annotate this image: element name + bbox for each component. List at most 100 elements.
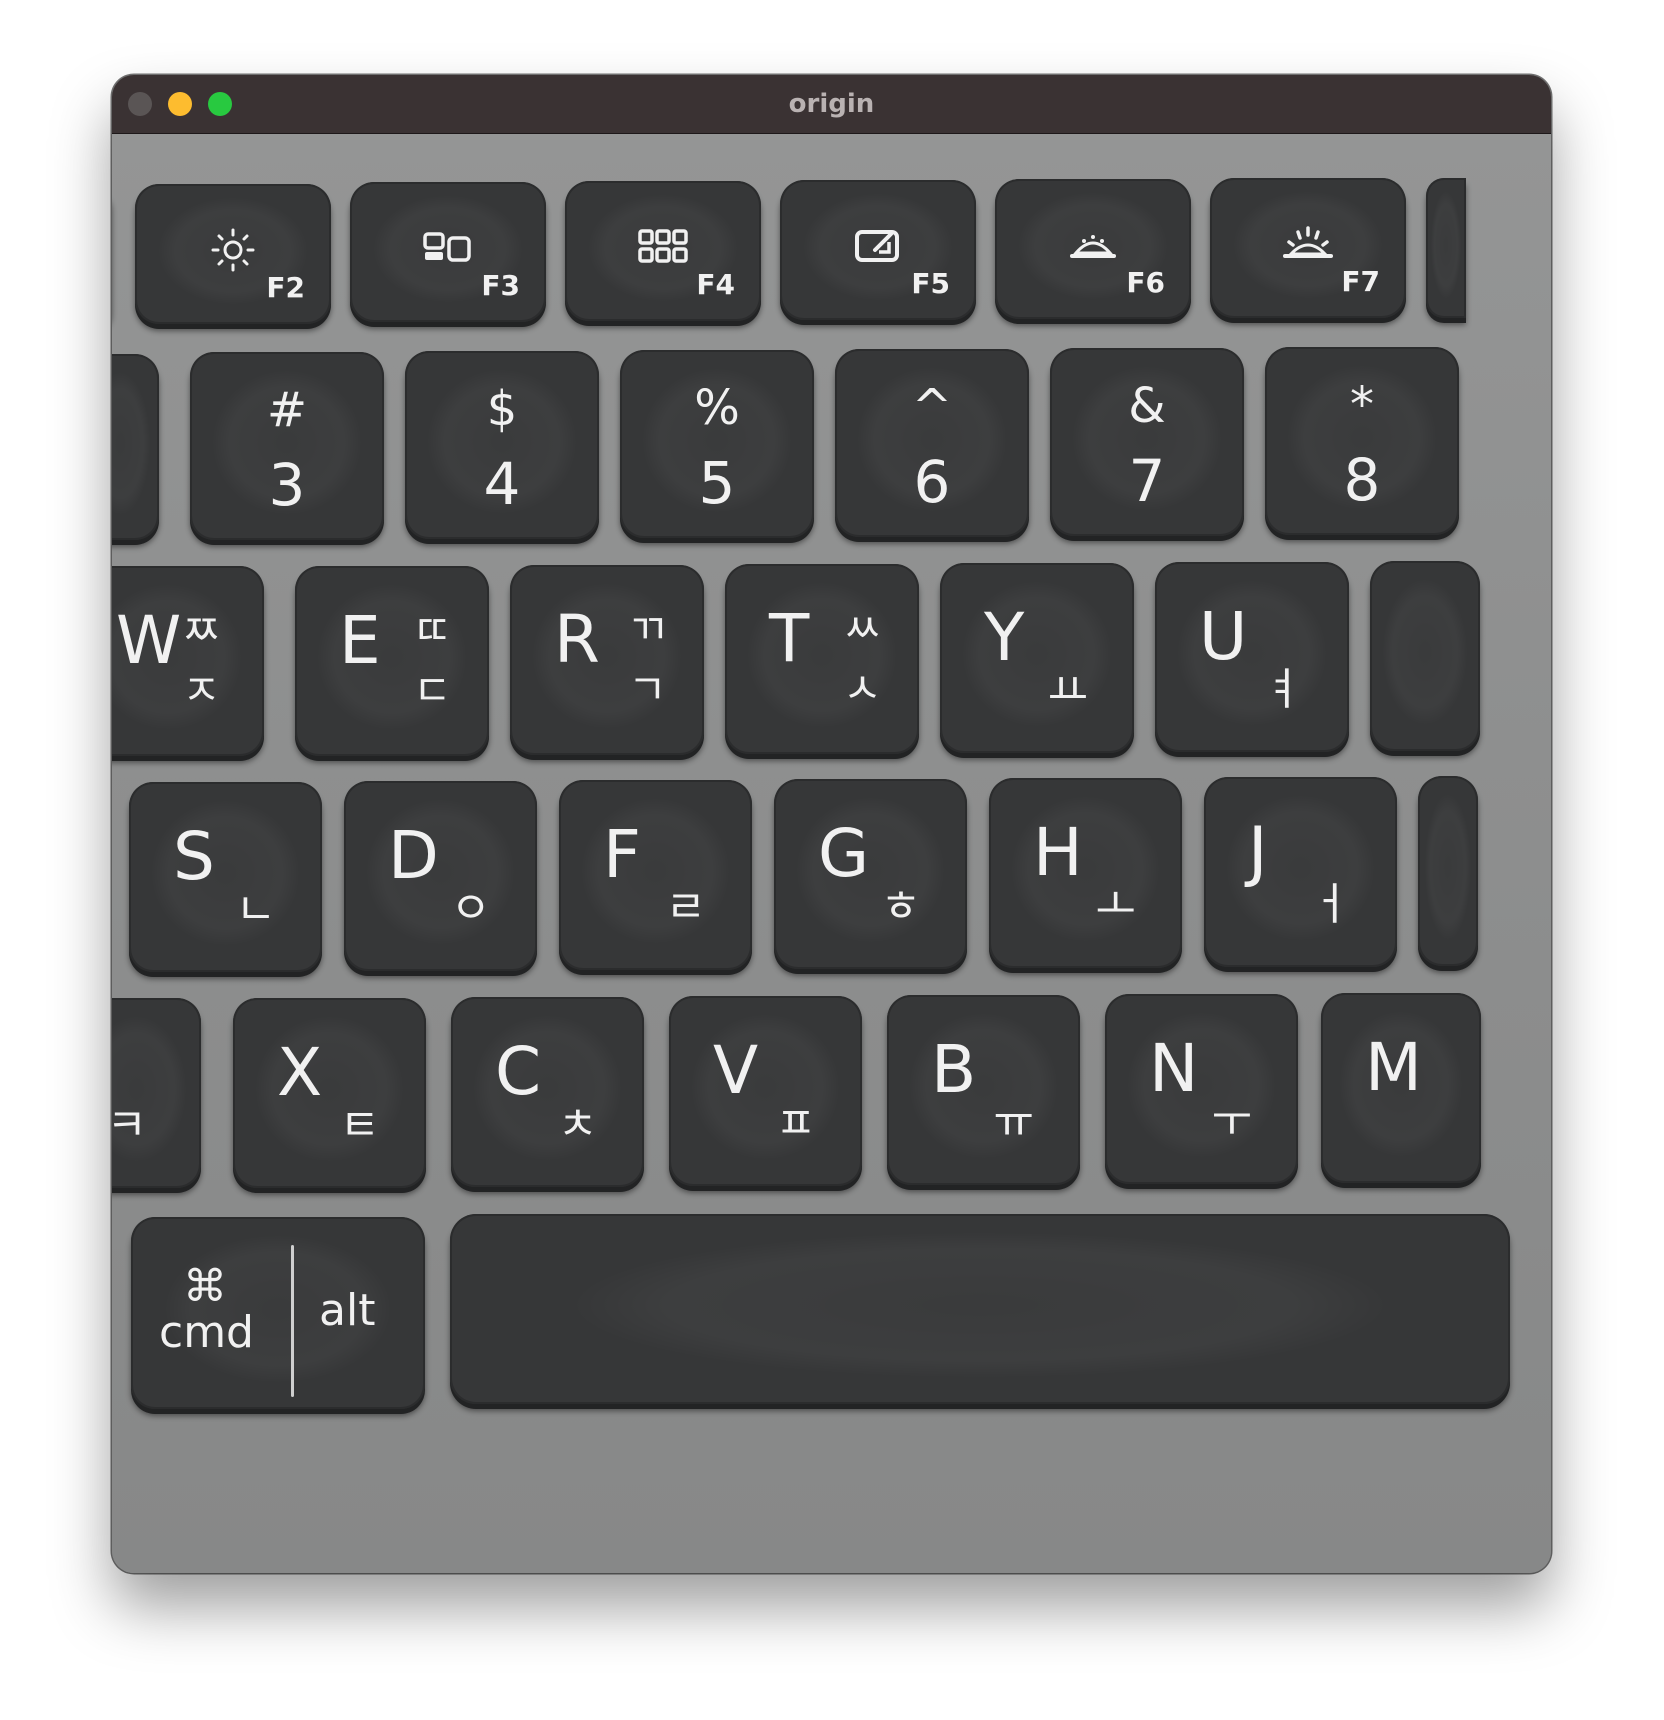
key-3-digit: 3 — [268, 451, 306, 519]
app-switch-icon — [423, 232, 471, 262]
f6-label: F6 — [1126, 266, 1165, 299]
key-d: D ㅇ — [344, 781, 537, 971]
key-r-hangul-shift: ㄲ — [628, 605, 667, 654]
key-r: R ㄲ ㄱ — [510, 565, 704, 755]
key-5-digit: 5 — [698, 449, 736, 517]
key-partial-2 — [112, 354, 159, 540]
key-c-letter: C — [495, 1033, 542, 1110]
key-e-hangul-shift: ㄸ — [413, 606, 452, 655]
key-j: J ㅓ — [1204, 777, 1397, 967]
launchpad-icon — [638, 229, 688, 263]
key-y-letter: Y — [984, 599, 1025, 676]
key-f-letter: F — [603, 816, 641, 893]
key-m-letter: M — [1365, 1029, 1422, 1106]
key-f6: F6 — [995, 179, 1191, 319]
keyboard-photo: F2 F3 F4 F5 F6 F7 # 3 $ 4 % 5 ^ 6 & 7 * … — [112, 134, 1551, 1573]
key-x-letter: X — [277, 1034, 323, 1111]
key-7: & 7 — [1050, 348, 1244, 536]
f7-label: F7 — [1341, 265, 1380, 298]
key-f: F ㄹ — [559, 780, 752, 970]
key-partial-f8 — [1426, 178, 1466, 318]
key-g-hangul: ㅎ — [880, 881, 921, 932]
key-v-hangul: ㅍ — [775, 1098, 816, 1149]
key-3: # 3 — [190, 352, 384, 540]
key-z: ㅋ — [112, 998, 201, 1188]
key-f3: F3 — [350, 182, 546, 322]
key-b-hangul: ㅠ — [993, 1097, 1034, 1148]
key-c-hangul: ㅊ — [557, 1099, 598, 1150]
key-g: G ㅎ — [774, 779, 967, 969]
key-t-hangul: ㅅ — [843, 664, 882, 713]
backlight-up-icon — [1283, 226, 1333, 258]
key-f5: F5 — [780, 180, 976, 320]
key-h-letter: H — [1033, 814, 1083, 891]
key-f4: F4 — [565, 181, 761, 321]
key-e-letter: E — [339, 602, 381, 679]
key-t: T ㅆ ㅅ — [725, 564, 919, 754]
key-partial-i — [1370, 561, 1480, 751]
key-u-letter: U — [1199, 598, 1248, 675]
brightness-icon — [211, 228, 255, 272]
key-d-letter: D — [388, 817, 439, 894]
key-8-digit: 8 — [1343, 446, 1381, 514]
key-f-hangul: ㄹ — [665, 882, 706, 933]
backlight-down-icon — [1070, 235, 1116, 258]
title-bar: origin — [112, 75, 1551, 134]
key-m: M — [1321, 993, 1481, 1183]
key-s-letter: S — [173, 818, 215, 895]
spacebar — [450, 1214, 1510, 1404]
key-x-hangul: ㅌ — [339, 1100, 380, 1151]
key-7-digit: 7 — [1128, 447, 1166, 515]
key-6-shift: ^ — [911, 379, 953, 435]
key-e: E ㄸ ㄷ — [295, 566, 489, 756]
key-s-hangul: ㄴ — [235, 884, 276, 935]
key-f2: F2 — [135, 184, 331, 324]
key-t-letter: T — [769, 600, 810, 677]
key-u: U ㅕ — [1155, 562, 1349, 752]
key-h: H ㅗ — [989, 778, 1182, 968]
key-4: $ 4 — [405, 351, 599, 539]
key-c: C ㅊ — [451, 997, 644, 1187]
key-6: ^ 6 — [835, 349, 1029, 537]
key-cmd-alt: ⌘ cmd alt — [131, 1217, 425, 1409]
f4-label: F4 — [696, 268, 735, 301]
key-s: S ㄴ — [129, 782, 322, 972]
key-t-hangul-shift: ㅆ — [843, 604, 882, 653]
key-n: N ㅜ — [1105, 994, 1298, 1184]
key-7-shift: & — [1128, 378, 1166, 434]
key-f7: F7 — [1210, 178, 1406, 318]
key-n-hangul: ㅜ — [1211, 1096, 1252, 1147]
key-z-hangul: ㅋ — [112, 1100, 147, 1151]
f3-label: F3 — [481, 269, 520, 302]
key-e-hangul: ㄷ — [413, 666, 452, 715]
key-g-letter: G — [818, 815, 870, 892]
alt-label: alt — [319, 1285, 376, 1336]
screenshot-icon — [855, 230, 899, 262]
key-8-shift: * — [1350, 377, 1374, 433]
key-5: % 5 — [620, 350, 814, 538]
f5-label: F5 — [911, 267, 950, 300]
key-v-letter: V — [713, 1032, 759, 1109]
key-h-hangul: ㅗ — [1095, 880, 1136, 931]
key-n-letter: N — [1149, 1030, 1199, 1107]
key-v: V ㅍ — [669, 996, 862, 1186]
key-3-shift: # — [266, 382, 308, 438]
key-5-shift: % — [694, 380, 740, 436]
key-b-letter: B — [931, 1031, 977, 1108]
key-divider — [291, 1245, 294, 1397]
key-w-hangul-shift: ㅉ — [182, 606, 221, 655]
key-partial-k — [1418, 776, 1478, 966]
cmd-label: cmd — [159, 1307, 254, 1358]
key-j-letter: J — [1248, 813, 1268, 890]
key-r-hangul: ㄱ — [628, 665, 667, 714]
key-4-shift: $ — [486, 381, 518, 437]
window-title: origin — [788, 89, 875, 119]
key-x: X ㅌ — [233, 998, 426, 1188]
key-6-digit: 6 — [913, 448, 951, 516]
key-b: B ㅠ — [887, 995, 1080, 1185]
key-w-letter: W — [116, 602, 182, 679]
key-y: Y ㅛ — [940, 563, 1134, 753]
app-window: origin F2 F3 F4 F5 F6 F7 # 3 $ 4 % 5 ^ 6… — [112, 75, 1551, 1573]
key-4-digit: 4 — [483, 450, 521, 518]
key-w: W ㅉ ㅈ — [112, 566, 264, 756]
